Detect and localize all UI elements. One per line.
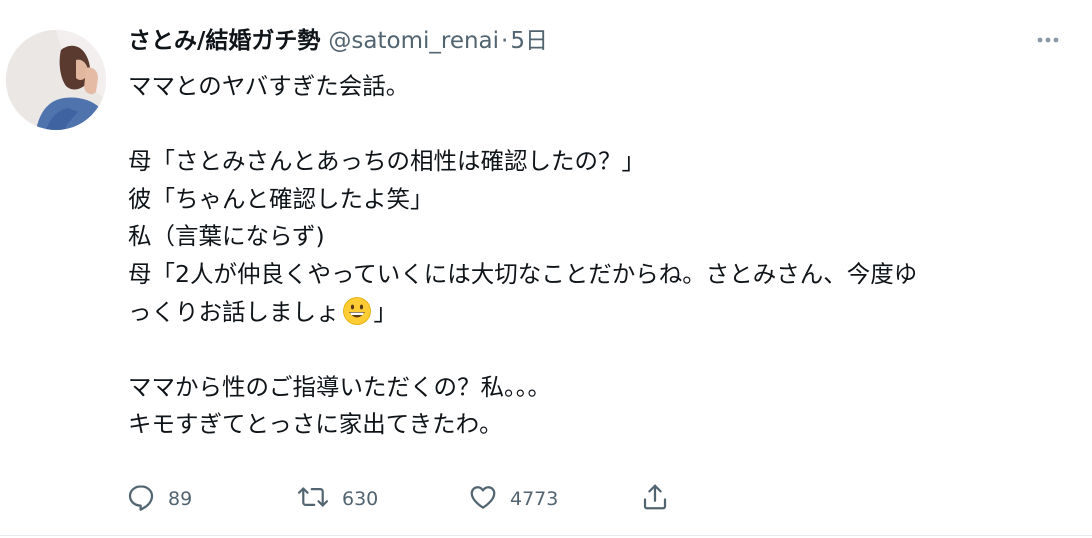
tweet-line: 母「2人が仲良くやっていくには大切なことだからね。さとみさん、今度ゆ: [128, 259, 918, 288]
display-name[interactable]: さとみ/結婚ガチ勢: [128, 24, 320, 58]
tweet-line-with-emoji: っくりお話しましょ 」: [128, 294, 1058, 332]
retweet-count: 630: [342, 488, 379, 510]
tweet-line-text: っくりお話しましょ: [128, 297, 340, 326]
reply-button[interactable]: 89: [126, 482, 192, 516]
avatar[interactable]: [6, 30, 106, 130]
reply-count: 89: [168, 488, 193, 510]
share-button[interactable]: [640, 482, 670, 516]
retweet-icon: [296, 482, 330, 516]
avatar-photo: [6, 30, 106, 130]
tweet-line: キモすぎてとっさに家出てきたわ。: [128, 410, 503, 439]
tweet-text: ママとのヤバすぎた会話。 母「さとみさんとあっちの相性は確認したの？」 彼「ちゃ…: [128, 68, 1058, 444]
tweet-card: さとみ/結婚ガチ勢 @satomi_renai · 5日 ママとのヤバすぎた会話…: [0, 0, 1092, 538]
heart-icon: [468, 482, 498, 516]
tweet-header: さとみ/結婚ガチ勢 @satomi_renai · 5日: [128, 24, 548, 58]
tweet-line: 私（言葉にならず): [128, 222, 325, 251]
tweet-line: 母「さとみさんとあっちの相性は確認したの？」: [128, 147, 645, 176]
closing-bracket: 」: [373, 297, 398, 326]
share-icon: [640, 482, 670, 516]
bottom-divider: [0, 535, 1092, 536]
timestamp[interactable]: 5日: [510, 24, 548, 58]
tweet-line: 彼「ちゃんと確認したよ笑」: [128, 184, 434, 213]
tweet-line: ママから性のご指導いただくの？私。。。: [128, 372, 551, 401]
tweet-line: ママとのヤバすぎた会話。: [128, 72, 410, 100]
reply-icon: [126, 482, 156, 516]
separator-dot: ·: [501, 28, 509, 54]
more-icon[interactable]: [1034, 28, 1062, 52]
like-button[interactable]: 4773: [468, 482, 558, 516]
like-count: 4773: [510, 488, 559, 510]
retweet-button[interactable]: 630: [296, 482, 378, 516]
grinning-face-emoji: [342, 296, 372, 326]
user-handle[interactable]: @satomi_renai: [328, 24, 499, 58]
